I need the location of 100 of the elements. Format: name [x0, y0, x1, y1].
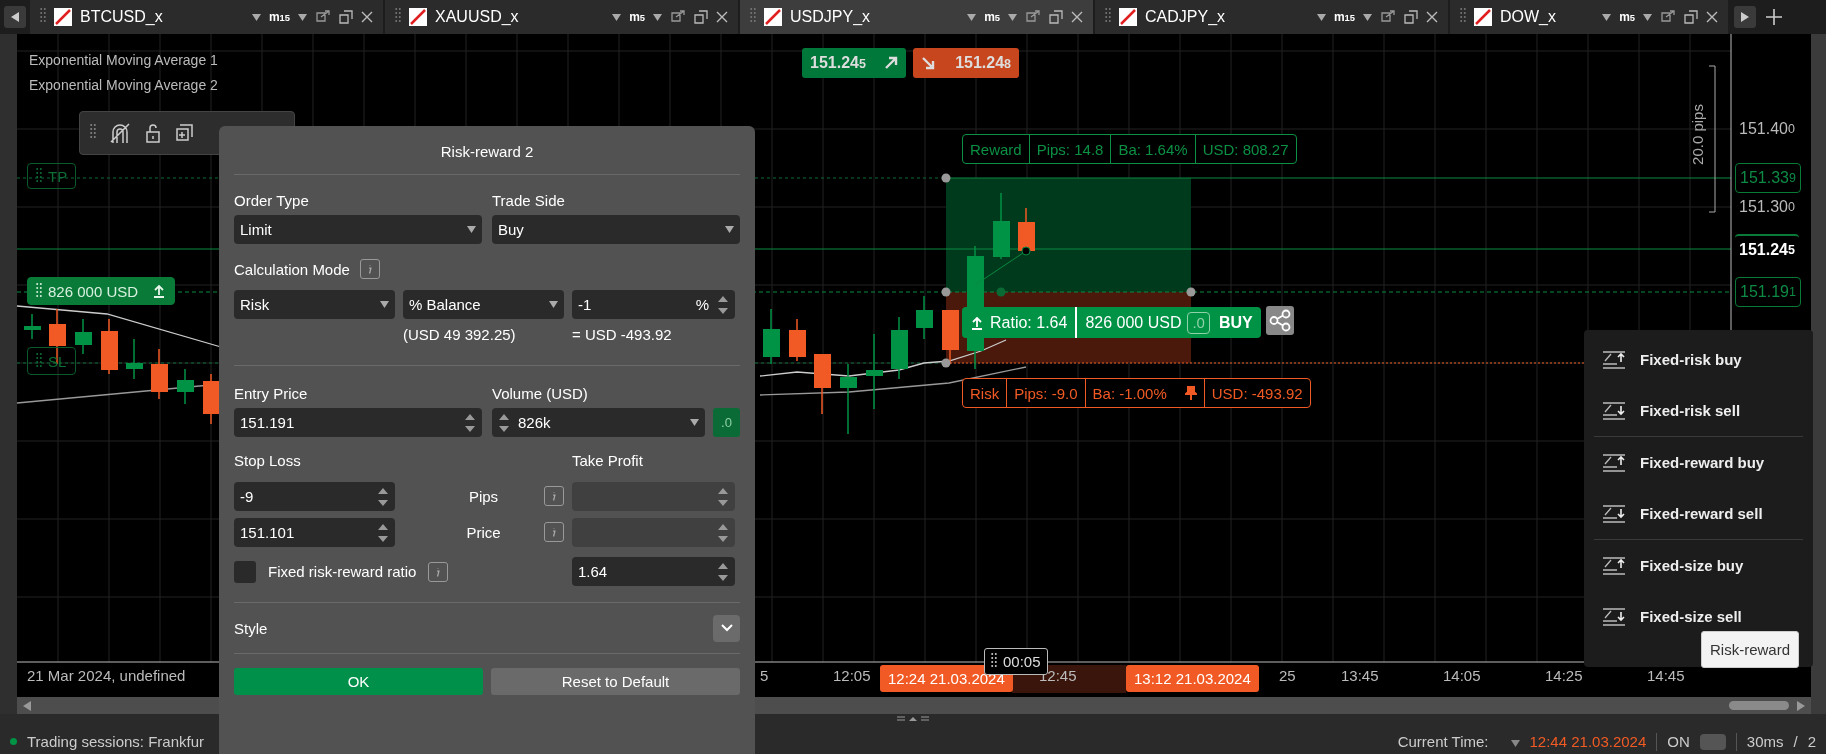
scroll-left-icon[interactable]	[23, 700, 31, 711]
triangle-left-icon	[11, 12, 19, 22]
close-icon[interactable]	[716, 11, 728, 23]
symbol-icon	[409, 8, 427, 26]
drag-handle-icon[interactable]	[90, 124, 96, 138]
drag-handle-icon[interactable]	[36, 167, 42, 182]
pin-icon[interactable]	[1184, 386, 1197, 400]
indicator-label: Exponential Moving Average 1	[29, 52, 218, 68]
menu-item[interactable]: Fixed-risk buy	[1584, 334, 1813, 385]
link-icon[interactable]	[670, 9, 686, 25]
expand-button[interactable]	[713, 614, 740, 642]
drag-handle[interactable]	[996, 287, 1006, 297]
stop-loss-price-field[interactable]: 151.101	[234, 518, 395, 547]
link-icon[interactable]	[1380, 9, 1396, 25]
drag-handle[interactable]	[941, 287, 951, 297]
drag-handle[interactable]	[941, 358, 951, 368]
order-type-select[interactable]: Limit	[234, 215, 482, 244]
time-label: 25	[1279, 667, 1296, 684]
unlock-icon[interactable]	[144, 122, 162, 144]
share-icon[interactable]	[1266, 306, 1294, 335]
reset-button[interactable]: Reset to Default	[491, 668, 740, 695]
drag-handle-icon[interactable]	[40, 8, 46, 22]
mode-select[interactable]: Risk	[234, 290, 395, 319]
detach-icon[interactable]	[694, 10, 708, 24]
tooltip: Risk-reward	[1701, 631, 1799, 668]
current-time: 12:44 21.03.2024	[1529, 733, 1647, 750]
status-dot	[10, 738, 17, 745]
candle	[814, 353, 831, 415]
detach-icon[interactable]	[1049, 10, 1063, 24]
add-icon[interactable]	[1766, 9, 1782, 25]
field-label: Volume (USD)	[492, 383, 589, 404]
drag-handle-icon[interactable]	[991, 653, 997, 667]
symbol-icon	[54, 8, 72, 26]
drag-handle-icon[interactable]	[1460, 8, 1466, 22]
entry-price-field[interactable]: 151.191	[234, 408, 482, 437]
link-icon[interactable]	[315, 9, 331, 25]
field-label: Trade Side	[492, 190, 566, 211]
scrollbar-thumb[interactable]	[1729, 701, 1789, 710]
cursor-time[interactable]: 00:05	[984, 648, 1048, 675]
candle	[75, 318, 92, 355]
triangle-right-icon	[1741, 12, 1749, 22]
scroll-left-button[interactable]	[4, 6, 26, 28]
detach-icon[interactable]	[339, 10, 353, 24]
link-icon[interactable]	[1660, 9, 1676, 25]
ok-button[interactable]: OK	[234, 668, 483, 695]
scroll-right-icon[interactable]	[1797, 700, 1805, 711]
candle	[891, 316, 908, 380]
time-label: 14:05	[1443, 667, 1481, 684]
time-label: 13:45	[1341, 667, 1379, 684]
candle	[840, 363, 857, 435]
close-icon[interactable]	[1071, 11, 1083, 23]
drag-handle-icon[interactable]	[1105, 8, 1111, 22]
drag-handle-icon[interactable]	[750, 8, 756, 22]
ratio-field[interactable]: 1.64	[572, 557, 735, 586]
menu-item[interactable]: Fixed-reward buy	[1584, 437, 1813, 488]
close-icon[interactable]	[1706, 11, 1718, 23]
magnet-icon[interactable]	[108, 121, 132, 145]
anchor-point[interactable]	[1021, 246, 1031, 256]
candle	[151, 348, 168, 400]
drag-handle-icon[interactable]	[36, 282, 42, 297]
menu-item[interactable]: Fixed-risk sell	[1584, 385, 1813, 436]
menu-item[interactable]: Fixed-size buy	[1584, 540, 1813, 591]
dialog-title: Risk-reward 2	[234, 126, 740, 175]
menu-item[interactable]: Fixed-reward sell	[1584, 488, 1813, 539]
symbol-name: DOW_x	[1500, 8, 1557, 26]
amount-field[interactable]: -1 %	[572, 290, 735, 319]
close-icon[interactable]	[1426, 11, 1438, 23]
caret-icon	[1008, 13, 1017, 21]
info-icon[interactable]	[544, 486, 564, 506]
volume-field[interactable]: 826k	[492, 408, 705, 437]
buy-button[interactable]: BUY	[1211, 307, 1261, 338]
info-icon[interactable]	[544, 522, 564, 542]
reward-stat: Ba: 1.64%	[1110, 135, 1195, 163]
drag-handle[interactable]	[1186, 287, 1196, 297]
drag-handle-icon[interactable]	[395, 8, 401, 22]
info-icon[interactable]	[428, 561, 449, 582]
drag-handle-icon[interactable]	[36, 352, 42, 367]
close-icon[interactable]	[361, 11, 373, 23]
caret-icon	[549, 301, 558, 308]
caret-icon	[467, 226, 476, 233]
trade-side-select[interactable]: Buy	[492, 215, 740, 244]
basis-select[interactable]: % Balance	[403, 290, 564, 319]
separator-text: /	[1793, 733, 1798, 750]
resize-handle-icon[interactable]	[897, 714, 929, 724]
round-button[interactable]: .0	[713, 408, 740, 437]
caret-icon	[380, 301, 389, 308]
scroll-right-button[interactable]	[1734, 6, 1756, 28]
toggle-switch[interactable]	[1699, 733, 1726, 750]
volume-tag[interactable]: 826 000 USD	[27, 277, 176, 305]
risk-stat: USD: -493.92	[1203, 379, 1310, 407]
candle	[101, 318, 118, 375]
info-icon[interactable]	[359, 259, 380, 279]
stop-loss-pips-field[interactable]: -9	[234, 482, 395, 511]
drag-handle[interactable]	[941, 173, 951, 183]
detach-icon[interactable]	[1684, 10, 1698, 24]
checkbox[interactable]	[234, 560, 256, 583]
link-icon[interactable]	[1025, 9, 1041, 25]
caret-icon	[1363, 13, 1372, 21]
clone-icon[interactable]	[174, 123, 194, 143]
detach-icon[interactable]	[1404, 10, 1418, 24]
